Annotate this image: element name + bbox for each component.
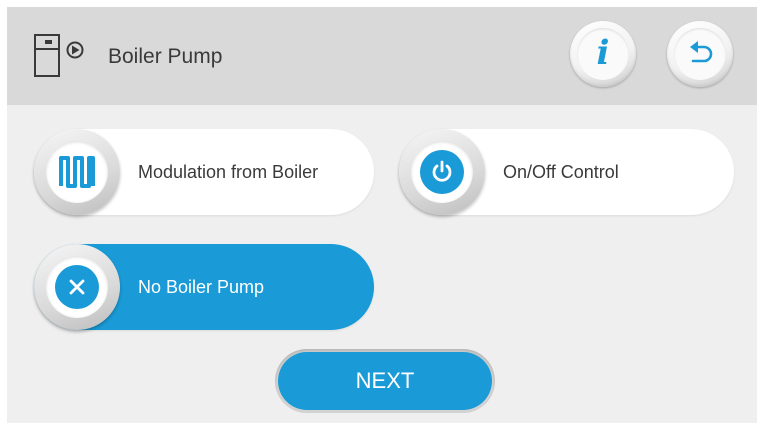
back-arrow-icon bbox=[690, 41, 713, 63]
power-icon bbox=[432, 160, 452, 182]
back-button[interactable] bbox=[667, 21, 733, 87]
option-label: No Boiler Pump bbox=[138, 277, 265, 297]
page-title: Boiler Pump bbox=[108, 45, 223, 68]
info-button[interactable]: i bbox=[570, 21, 636, 87]
option-label: On/Off Control bbox=[503, 162, 619, 182]
option-no-boiler-pump[interactable]: No Boiler Pump bbox=[34, 244, 374, 330]
option-knob bbox=[34, 129, 120, 215]
option-knob bbox=[34, 244, 120, 330]
screen: Boiler Pump i Modulation from Boiler On/… bbox=[7, 7, 757, 423]
header-bar: Boiler Pump i bbox=[7, 7, 757, 105]
next-button[interactable]: NEXT bbox=[278, 352, 492, 410]
modulation-wave-icon bbox=[59, 156, 95, 188]
close-icon bbox=[69, 279, 85, 295]
info-icon: i bbox=[596, 33, 610, 73]
boiler-pump-icon bbox=[34, 34, 84, 77]
option-knob bbox=[399, 129, 485, 215]
option-modulation-from-boiler[interactable]: Modulation from Boiler bbox=[34, 129, 374, 215]
option-on-off-control[interactable]: On/Off Control bbox=[399, 129, 734, 215]
option-label: Modulation from Boiler bbox=[138, 162, 319, 182]
next-button-frame: NEXT bbox=[275, 349, 495, 413]
